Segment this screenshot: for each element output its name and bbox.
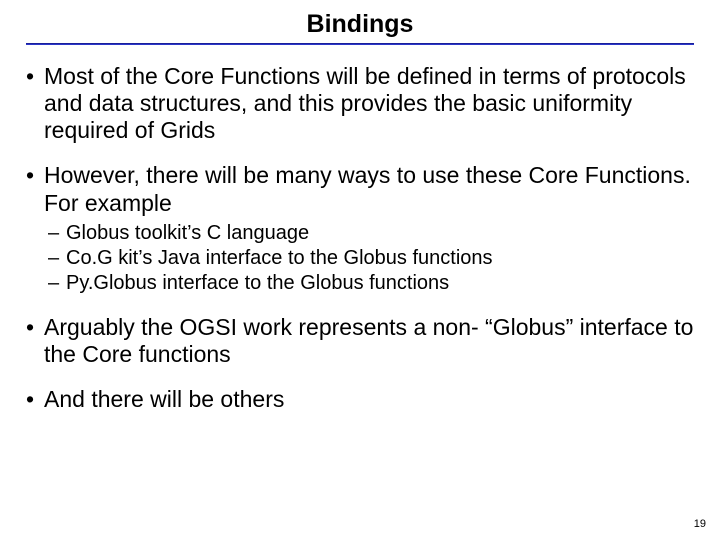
- sub-bullet-text: Globus toolkit’s C language: [66, 222, 309, 244]
- bullet-text: Arguably the OGSI work represents a non-…: [44, 314, 693, 367]
- sub-bullet-item: Globus toolkit’s C language: [44, 221, 698, 246]
- slide-title: Bindings: [0, 0, 720, 43]
- sub-bullet-list: Globus toolkit’s C language Co.G kit’s J…: [44, 221, 698, 296]
- sub-bullet-text: Py.Globus interface to the Globus functi…: [66, 272, 449, 294]
- bullet-item: Most of the Core Functions will be defin…: [22, 63, 698, 144]
- slide-body: Most of the Core Functions will be defin…: [0, 45, 720, 413]
- page-number: 19: [694, 518, 706, 530]
- bullet-item: Arguably the OGSI work represents a non-…: [22, 314, 698, 368]
- bullet-item: However, there will be many ways to use …: [22, 162, 698, 295]
- bullet-text: And there will be others: [44, 386, 284, 412]
- bullet-text: Most of the Core Functions will be defin…: [44, 63, 686, 143]
- sub-bullet-text: Co.G kit’s Java interface to the Globus …: [66, 247, 493, 269]
- sub-bullet-item: Co.G kit’s Java interface to the Globus …: [44, 246, 698, 271]
- bullet-list: Most of the Core Functions will be defin…: [22, 63, 698, 413]
- bullet-item: And there will be others: [22, 386, 698, 413]
- slide: Bindings Most of the Core Functions will…: [0, 0, 720, 540]
- sub-bullet-item: Py.Globus interface to the Globus functi…: [44, 271, 698, 296]
- bullet-text: However, there will be many ways to use …: [44, 162, 691, 215]
